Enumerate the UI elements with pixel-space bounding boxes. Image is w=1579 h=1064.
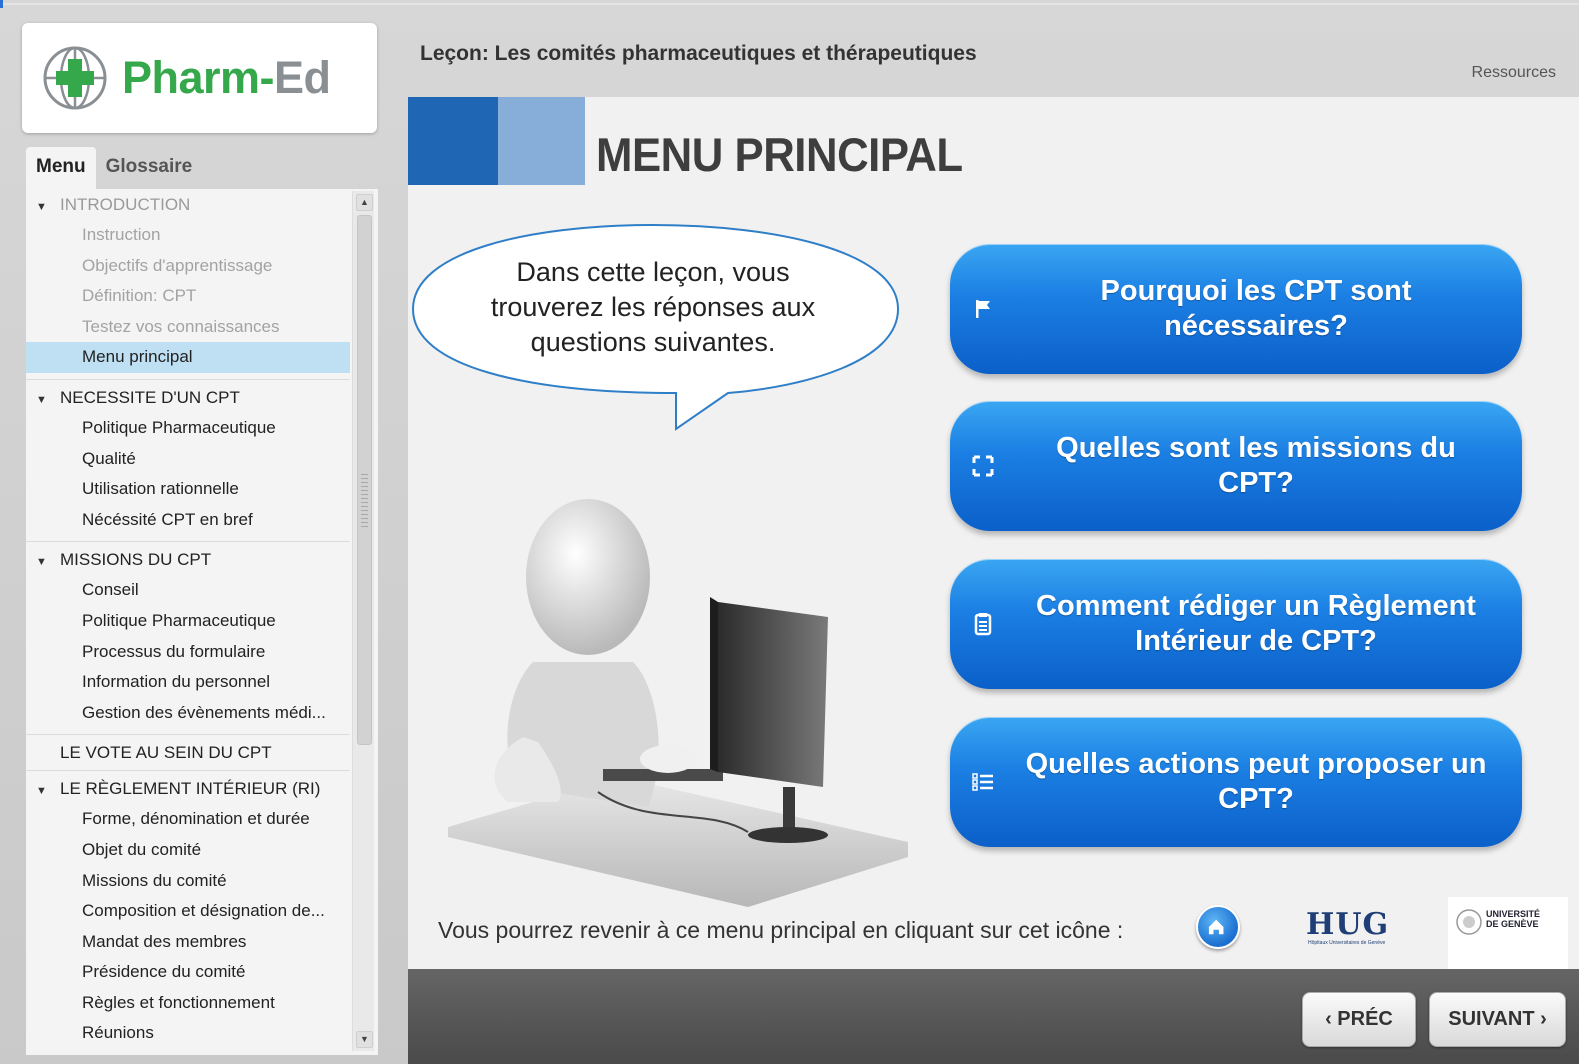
home-button[interactable] (1196, 905, 1240, 949)
top-border (0, 3, 1579, 5)
page-title: MENU PRINCIPAL (596, 128, 963, 181)
speech-bubble: Dans cette leçon, vous trouverez les rép… (408, 217, 908, 437)
logo-panel: Pharm-Ed (22, 23, 377, 133)
logo-text: Pharm-Ed (122, 52, 331, 103)
scroll-thumb[interactable] (357, 215, 372, 745)
scroll-down-icon[interactable]: ▼ (356, 1031, 373, 1048)
menu-item-presidence[interactable]: Présidence du comité (26, 957, 350, 988)
menu-item-regles[interactable]: Règles et fonctionnement (26, 988, 350, 1019)
menu-item-politique[interactable]: Politique Pharmaceutique (26, 413, 350, 444)
figure-at-computer-illustration (448, 499, 908, 907)
menu-item-gestion[interactable]: Gestion des évènements médi... (26, 698, 350, 729)
menu-item-objectifs[interactable]: Objectifs d'apprentissage (26, 251, 350, 282)
expand-icon (972, 455, 994, 477)
unige-seal-icon (1456, 909, 1482, 935)
scroll-up-icon[interactable]: ▲ (356, 194, 373, 211)
menu-item-definition[interactable]: Définition: CPT (26, 281, 350, 312)
hug-logo-subtitle: Hôpitaux Universitaires de Genève (1308, 940, 1386, 946)
home-icon (1208, 919, 1224, 935)
hug-logo: HUG (1306, 907, 1390, 942)
menu-item-necessite-bref[interactable]: Nécéssité CPT en bref (26, 505, 350, 536)
resources-link[interactable]: Ressources (1472, 64, 1556, 82)
menu-item-processus[interactable]: Processus du formulaire (26, 637, 350, 668)
menu-item-politique-2[interactable]: Politique Pharmaceutique (26, 606, 350, 637)
menu-item-composition[interactable]: Composition et désignation de... (26, 896, 350, 927)
caret-down-icon: ▼ (36, 556, 47, 569)
section-reglement[interactable]: ▼ LE RÈGLEMENT INTÉRIEUR (RI) (26, 773, 350, 804)
header-block-light (498, 97, 585, 185)
prev-button[interactable]: ‹ PRÉC (1302, 992, 1416, 1047)
sidebar-tabs: Menu Glossaire (26, 147, 202, 191)
question-button-pourquoi[interactable]: Pourquoi les CPT sont nécessaires? (950, 244, 1522, 374)
menu-item-utilisation[interactable]: Utilisation rationnelle (26, 474, 350, 505)
footer-hint: Vous pourrez revenir à ce menu principal… (438, 917, 1124, 943)
section-missions[interactable]: ▼ MISSIONS DU CPT (26, 544, 350, 575)
menu-item-menu-principal[interactable]: Menu principal (26, 342, 350, 373)
question-button-actions[interactable]: Quelles actions peut proposer un CPT? (950, 717, 1522, 847)
menu-item-missions-comite[interactable]: Missions du comité (26, 866, 350, 897)
section-introduction[interactable]: ▼ INTRODUCTION (26, 189, 350, 220)
menu-item-mandat[interactable]: Mandat des membres (26, 927, 350, 958)
main-content: MENU PRINCIPAL Dans cette leçon, vous tr… (408, 97, 1579, 969)
section-necessite[interactable]: ▼ NECESSITE D'UN CPT (26, 382, 350, 413)
question-label: Quelles actions peut proposer un CPT? (1025, 748, 1487, 815)
menu-divider (26, 770, 350, 772)
caret-down-icon: ▼ (36, 393, 47, 406)
speech-bubble-text: Dans cette leçon, vous trouverez les rép… (490, 257, 816, 357)
unige-logo: UNIVERSITÉ DE GENÈVE (1448, 897, 1568, 969)
unige-text: UNIVERSITÉ DE GENÈVE (1486, 909, 1541, 929)
sidebar-menu: ▼ INTRODUCTION Instruction Objectifs d'ap… (26, 189, 378, 1055)
tab-menu[interactable]: Menu (26, 147, 96, 191)
caret-down-icon: ▼ (36, 201, 47, 213)
caret-down-icon: ▼ (36, 785, 47, 798)
question-button-missions[interactable]: Quelles sont les missions du CPT? (950, 401, 1522, 531)
clipboard-icon (974, 613, 992, 636)
menu-item-information[interactable]: Information du personnel (26, 667, 350, 698)
header-block-dark (408, 97, 498, 185)
menu-item-reunions[interactable]: Réunions (26, 1018, 350, 1049)
app-window: Pharm-Ed Menu Glossaire ▼ INTRODUCTION In… (0, 0, 1579, 1064)
question-button-reglement[interactable]: Comment rédiger un Règlement Intérieur d… (950, 559, 1522, 689)
menu-item-forme[interactable]: Forme, dénomination et durée (26, 804, 350, 835)
menu-item-conseil[interactable]: Conseil (26, 575, 350, 606)
menu-item-objet[interactable]: Objet du comité (26, 835, 350, 866)
menu-divider (26, 378, 350, 380)
menu-item-instruction[interactable]: Instruction (26, 220, 350, 251)
question-label: Pourquoi les CPT sont nécessaires? (1100, 275, 1412, 342)
pharm-ed-logo-icon (43, 46, 107, 110)
menu-item-testez[interactable]: Testez vos connaissances (26, 312, 350, 343)
question-label: Comment rédiger un Règlement Intérieur d… (1036, 590, 1476, 657)
menu-divider (26, 734, 350, 736)
top-accent (0, 0, 3, 8)
question-label: Quelles sont les missions du CPT? (1056, 432, 1456, 499)
next-button[interactable]: SUIVANT › (1429, 992, 1566, 1047)
menu-item-qualite[interactable]: Qualité (26, 444, 350, 475)
list-icon (972, 773, 993, 791)
lesson-title: Leçon: Les comités pharmaceutiques et th… (420, 42, 977, 65)
sidebar-scrollbar[interactable]: ▲ ▼ (352, 191, 374, 1051)
section-vote[interactable]: LE VOTE AU SEIN DU CPT (26, 737, 350, 768)
flag-icon (976, 300, 990, 318)
menu-list: ▼ INTRODUCTION Instruction Objectifs d'ap… (26, 189, 350, 1049)
menu-divider (26, 541, 350, 543)
tab-glossaire[interactable]: Glossaire (96, 147, 203, 191)
